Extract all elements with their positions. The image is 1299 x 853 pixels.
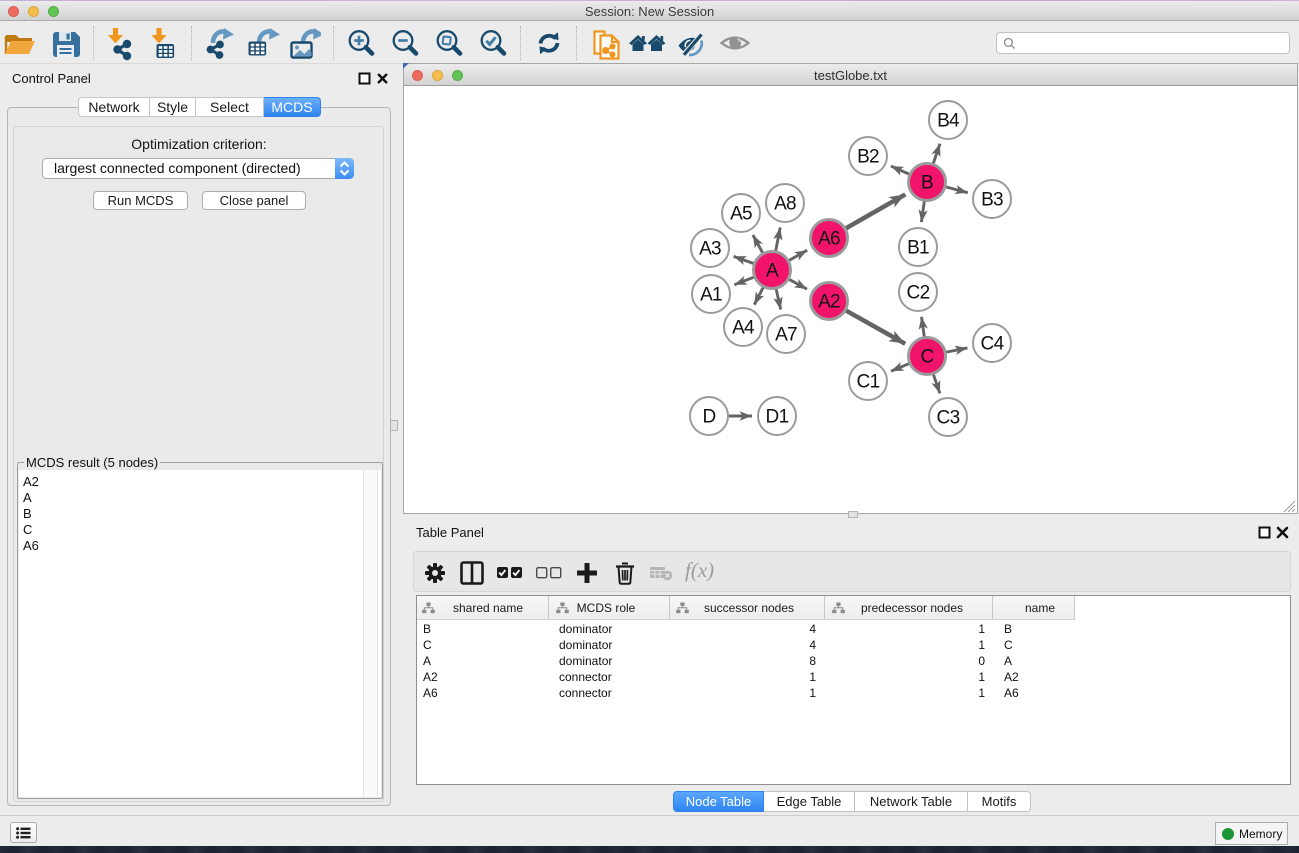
svg-text:A: A	[766, 261, 779, 282]
svg-text:A4: A4	[732, 318, 755, 339]
svg-text:C4: C4	[981, 334, 1005, 355]
svg-text:A6: A6	[818, 229, 840, 250]
svg-text:B3: B3	[981, 190, 1003, 211]
svg-text:C2: C2	[907, 283, 930, 304]
svg-text:A5: A5	[730, 204, 752, 225]
svg-text:A7: A7	[775, 325, 797, 346]
svg-text:B2: B2	[857, 147, 879, 168]
svg-text:B1: B1	[907, 238, 929, 259]
svg-text:A1: A1	[700, 285, 722, 306]
svg-text:C3: C3	[937, 408, 960, 429]
svg-text:B: B	[921, 173, 933, 194]
svg-text:C: C	[920, 347, 933, 368]
svg-text:D: D	[702, 407, 715, 428]
svg-text:A3: A3	[699, 239, 721, 260]
svg-text:C1: C1	[857, 372, 880, 393]
svg-text:B4: B4	[937, 111, 960, 132]
svg-text:A2: A2	[818, 292, 840, 313]
svg-text:D1: D1	[766, 407, 789, 428]
svg-text:A8: A8	[774, 194, 796, 215]
